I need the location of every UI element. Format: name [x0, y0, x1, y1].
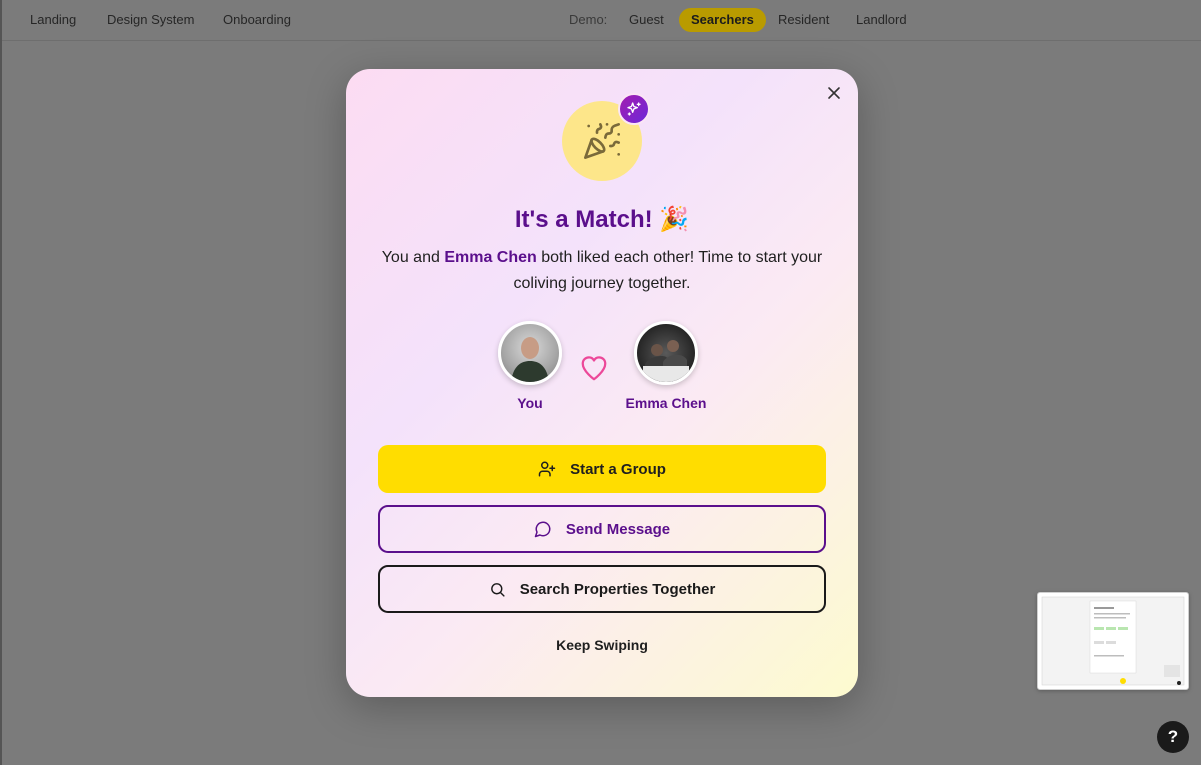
- demo-option-searchers[interactable]: Searchers: [679, 8, 766, 32]
- search-icon: [490, 582, 505, 597]
- heart-icon: [581, 356, 607, 381]
- match-label: Emma Chen: [625, 395, 707, 411]
- help-button[interactable]: ?: [1157, 721, 1189, 753]
- avatar-you: [498, 321, 562, 385]
- window-edge: [0, 0, 2, 765]
- nav-link-landing[interactable]: Landing: [30, 12, 76, 27]
- user-plus-icon: [538, 461, 556, 477]
- start-group-label: Start a Group: [570, 460, 666, 478]
- match-message-suffix: both liked each other! Time to start you…: [513, 249, 823, 292]
- match-message: You and Emma Chen both liked each other!…: [374, 245, 830, 297]
- send-message-label: Send Message: [565, 520, 671, 538]
- sparkles-icon: [627, 102, 641, 116]
- emma-chen-photo: [643, 340, 689, 382]
- you-label: You: [517, 395, 543, 411]
- avatar-emma-chen: [634, 321, 698, 385]
- demo-option-resident[interactable]: Resident: [778, 12, 829, 27]
- search-properties-button[interactable]: Search Properties Together: [378, 565, 826, 613]
- demo-option-landlord[interactable]: Landlord: [856, 12, 907, 27]
- match-message-prefix: You and: [381, 249, 445, 266]
- you-photo: [511, 337, 549, 382]
- search-properties-label: Search Properties Together: [519, 580, 716, 598]
- send-message-button[interactable]: Send Message: [378, 505, 826, 553]
- start-group-button[interactable]: Start a Group: [378, 445, 826, 493]
- keep-swiping-link[interactable]: Keep Swiping: [346, 637, 858, 653]
- page-minimap[interactable]: [1037, 592, 1189, 690]
- top-nav: Landing Design System Onboarding Demo: G…: [2, 0, 1201, 41]
- demo-option-guest[interactable]: Guest: [629, 12, 664, 27]
- message-circle-icon: [534, 521, 551, 538]
- close-button[interactable]: [824, 83, 844, 103]
- minimap-preview: [1041, 596, 1185, 686]
- nav-link-onboarding[interactable]: Onboarding: [223, 12, 291, 27]
- match-title: It's a Match! 🎉: [514, 206, 690, 233]
- nav-link-design-system[interactable]: Design System: [107, 12, 194, 27]
- match-modal: It's a Match! 🎉 You and Emma Chen both l…: [346, 69, 858, 697]
- close-icon: [828, 87, 840, 99]
- sparkle-badge: [618, 93, 650, 125]
- demo-label: Demo:: [569, 12, 608, 27]
- party-popper-icon: [584, 123, 621, 160]
- match-name-highlight: Emma Chen: [444, 249, 537, 266]
